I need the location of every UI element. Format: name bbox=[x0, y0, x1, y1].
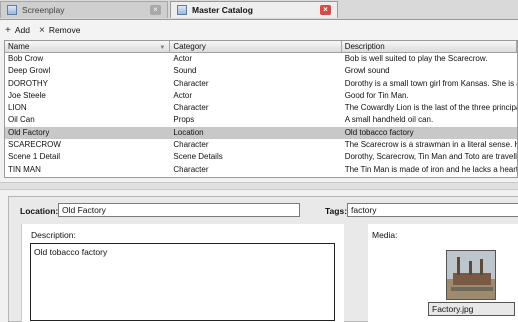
filter-icon[interactable]: ▼ bbox=[159, 43, 165, 54]
table-row[interactable]: SCARECROW Character The Scarecrow is a str… bbox=[5, 139, 517, 151]
add-label: Add bbox=[14, 25, 30, 35]
cell-name: DOROTHY bbox=[8, 78, 48, 88]
location-label: Location: bbox=[20, 206, 59, 216]
tags-input[interactable]: factory bbox=[347, 203, 518, 217]
cell-description: Dorothy is a small town girl from Kansas… bbox=[344, 78, 517, 88]
cell-name: Deep Growl bbox=[8, 66, 51, 76]
factory-image bbox=[447, 251, 495, 299]
remove-icon: × bbox=[38, 24, 45, 36]
table-body: Bob Crow Actor Bob is well suited to play … bbox=[5, 53, 517, 176]
column-header-name[interactable]: Name ▼ bbox=[5, 41, 171, 54]
cell-name: TIN MAN bbox=[8, 164, 41, 174]
cell-name: LION bbox=[8, 103, 27, 113]
table-row[interactable]: DOROTHY Character Dorothy is a small town … bbox=[5, 78, 517, 90]
cell-name: Scene 1 Detail bbox=[8, 152, 61, 162]
cell-description: Bob is well suited to play the Scarecrow… bbox=[344, 54, 488, 63]
cell-description: Good for Tin Man. bbox=[344, 90, 409, 100]
media-label: Media: bbox=[372, 230, 398, 240]
cell-description: The Scarecrow is a strawman in a literal… bbox=[344, 140, 517, 150]
description-label: Description: bbox=[31, 230, 76, 240]
location-input[interactable]: Old Factory bbox=[58, 203, 300, 217]
cell-category: Scene Details bbox=[173, 152, 223, 162]
cell-category: Character bbox=[173, 103, 209, 113]
cell-description: Old tobacco factory bbox=[344, 127, 414, 137]
cell-category: Character bbox=[173, 164, 209, 174]
document-icon bbox=[7, 5, 17, 15]
remove-button[interactable]: × Remove bbox=[39, 25, 81, 36]
table-row[interactable]: TIN MAN Character The Tin Man is made of i… bbox=[5, 164, 517, 176]
cell-description: Growl sound bbox=[344, 66, 390, 76]
column-header-label: Name bbox=[8, 42, 30, 51]
cell-name: Oil Can bbox=[8, 115, 35, 125]
table-row[interactable]: Scene 1 Detail Scene Details Dorothy, Scar… bbox=[5, 151, 517, 163]
catalog-table: Name ▼ Category Description Bob Crow Acto… bbox=[4, 40, 518, 178]
add-button[interactable]: + Add bbox=[5, 25, 30, 36]
cell-category: Sound bbox=[173, 66, 197, 76]
table-row[interactable]: Bob Crow Actor Bob is well suited to play … bbox=[5, 53, 517, 65]
column-header-description[interactable]: Description bbox=[342, 41, 517, 52]
cell-category: Actor bbox=[173, 90, 193, 100]
tags-label: Tags: bbox=[325, 206, 348, 216]
column-header-category[interactable]: Category bbox=[170, 41, 342, 52]
cell-description: The Cowardly Lion is the last of the thr… bbox=[344, 103, 517, 113]
table-row-selected[interactable]: Old Factory Location Old tobacco factory bbox=[5, 126, 517, 140]
cell-name: SCARECROW bbox=[8, 140, 61, 150]
cell-description: The Tin Man is made of iron and he lacks… bbox=[344, 164, 517, 174]
table-header: Name ▼ Category Description bbox=[5, 41, 517, 53]
close-icon[interactable]: × bbox=[150, 5, 161, 15]
tab-label: Screenplay bbox=[22, 5, 65, 15]
cell-name: Bob Crow bbox=[8, 54, 44, 63]
table-row[interactable]: LION Character The Cowardly Lion is the la… bbox=[5, 102, 517, 114]
toolbar: + Add × Remove bbox=[0, 20, 518, 40]
cell-name: Old Factory bbox=[8, 127, 50, 137]
cell-category: Actor bbox=[173, 54, 193, 63]
cell-description: Dorothy, Scarecrow, Tin Man and Toto are… bbox=[344, 152, 517, 162]
table-row[interactable]: Oil Can Props A small handheld oil can. bbox=[5, 114, 517, 126]
close-icon[interactable]: × bbox=[320, 5, 331, 15]
catalog-icon bbox=[177, 5, 187, 15]
cell-name: Joe Steele bbox=[8, 90, 46, 100]
plus-icon: + bbox=[5, 24, 11, 36]
media-caption: Factory.jpg bbox=[428, 302, 515, 316]
tab-screenplay[interactable]: Screenplay × bbox=[0, 1, 168, 18]
pane-splitter[interactable] bbox=[0, 182, 518, 190]
tab-master-catalog[interactable]: Master Catalog × bbox=[170, 1, 338, 18]
cell-category: Character bbox=[173, 140, 209, 150]
remove-label: Remove bbox=[48, 25, 81, 35]
media-thumbnail[interactable] bbox=[446, 250, 496, 300]
table-row[interactable]: Deep Growl Sound Growl sound bbox=[5, 65, 517, 77]
tab-bar: Screenplay × Master Catalog × bbox=[0, 0, 518, 20]
cell-category: Props bbox=[173, 115, 195, 125]
cell-description: A small handheld oil can. bbox=[344, 115, 434, 125]
table-row[interactable]: Joe Steele Actor Good for Tin Man. bbox=[5, 90, 517, 102]
description-textarea[interactable]: Old tobacco factory bbox=[30, 243, 335, 321]
cell-category: Character bbox=[173, 78, 209, 88]
cell-category: Location bbox=[173, 127, 204, 137]
tab-label: Master Catalog bbox=[192, 5, 253, 15]
